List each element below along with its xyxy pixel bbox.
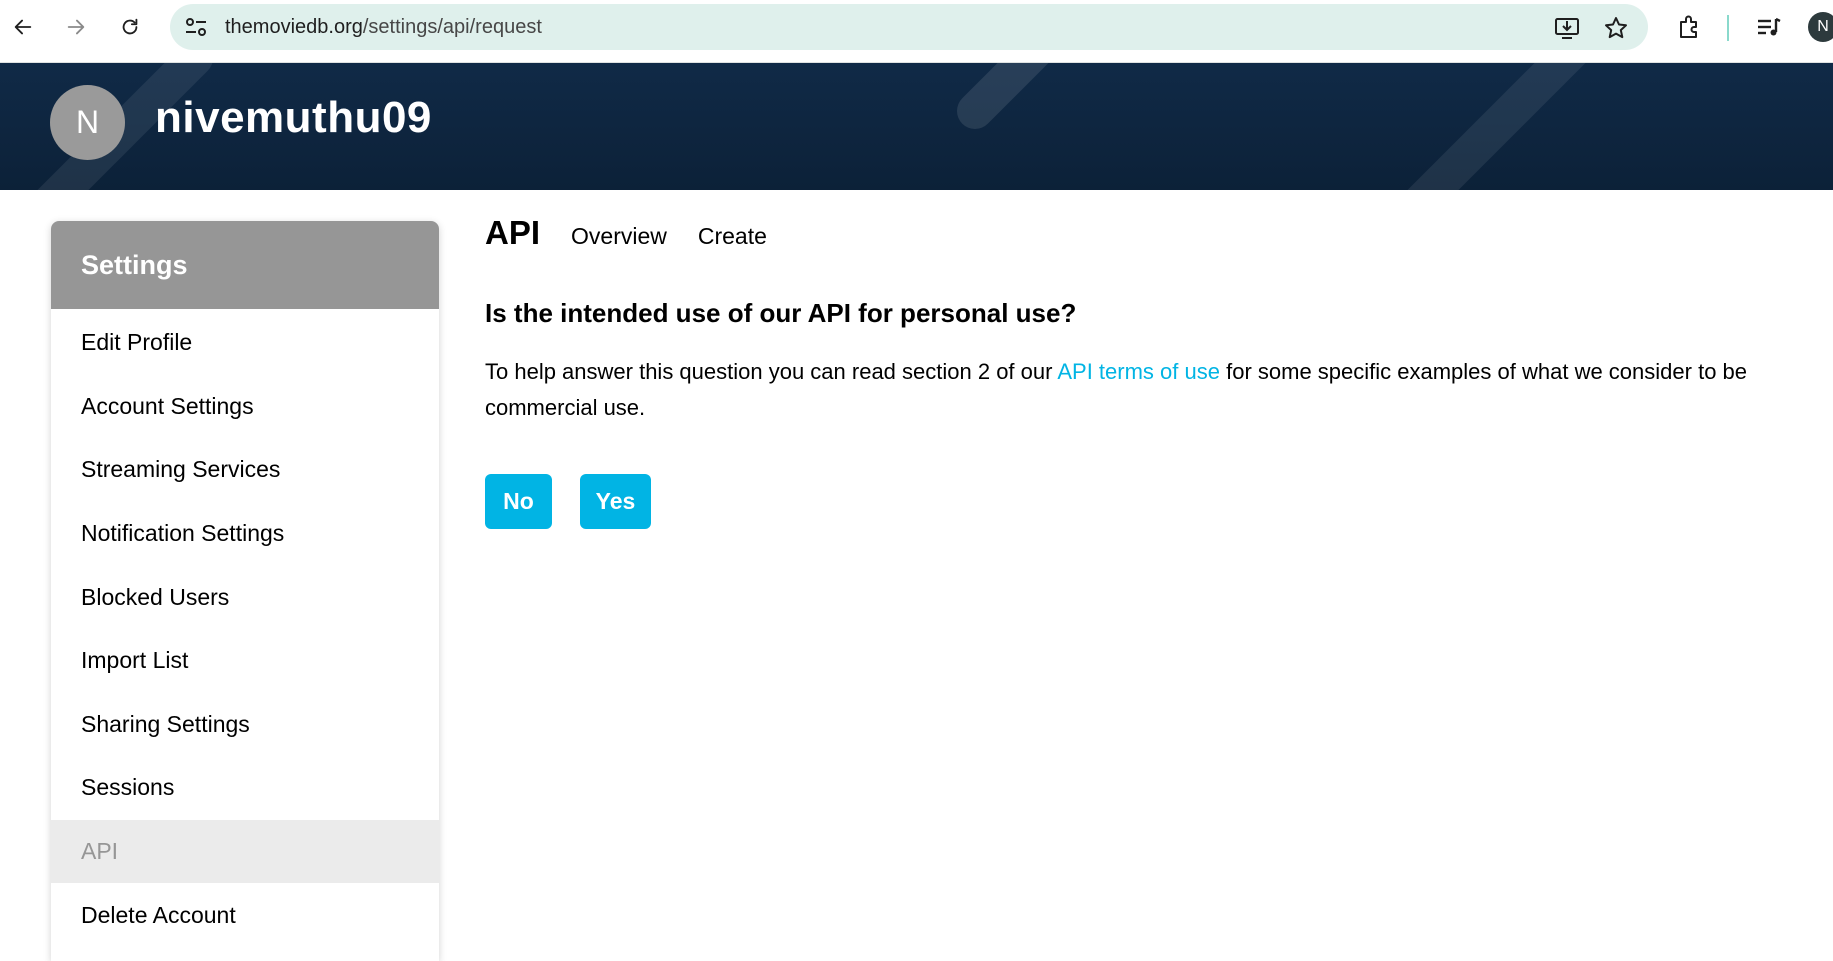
arrow-left-icon [14, 19, 32, 35]
sidebar-item-import-list[interactable]: Import List [51, 629, 439, 693]
sidebar-item-blocked-users[interactable]: Blocked Users [51, 565, 439, 629]
bookmark-star-icon[interactable] [1603, 15, 1629, 41]
media-controls-icon[interactable] [1755, 13, 1783, 41]
page-title: API [485, 214, 541, 251]
tab-create[interactable]: Create [698, 223, 767, 250]
api-request-panel: API Overview Create Is the intended use … [485, 214, 1805, 529]
sidebar-item-delete-account[interactable]: Delete Account [51, 883, 439, 947]
api-terms-link[interactable]: API terms of use [1057, 359, 1220, 384]
api-subnav: API Overview Create [485, 214, 1805, 252]
sidebar-item-notification-settings[interactable]: Notification Settings [51, 502, 439, 566]
address-bar[interactable]: themoviedb.org/settings/api/request [170, 4, 1648, 50]
question-heading: Is the intended use of our API for perso… [485, 298, 1077, 328]
site-settings-icon[interactable] [184, 16, 208, 38]
yes-button[interactable]: Yes [580, 474, 651, 529]
toolbar-divider [1727, 15, 1729, 41]
tab-overview[interactable]: Overview [571, 223, 667, 250]
sidebar-item-api[interactable]: API [51, 819, 439, 884]
no-button[interactable]: No [485, 474, 552, 529]
reload-icon [122, 18, 138, 35]
sidebar-item-streaming-services[interactable]: Streaming Services [51, 438, 439, 502]
forward-button[interactable] [59, 10, 93, 44]
profile-banner: N nivemuthu09 [0, 63, 1833, 190]
url-text: themoviedb.org/settings/api/request [225, 16, 542, 39]
sidebar-title: Settings [51, 221, 439, 309]
username-heading[interactable]: nivemuthu09 [155, 93, 432, 143]
extensions-icon[interactable] [1676, 13, 1704, 41]
url-path: /settings/api/request [362, 16, 542, 38]
sidebar-item-sharing-settings[interactable]: Sharing Settings [51, 693, 439, 757]
question-description: To help answer this question you can rea… [485, 354, 1785, 426]
settings-sidebar: Settings Edit Profile Account Settings S… [51, 221, 439, 961]
browser-toolbar: themoviedb.org/settings/api/request N [0, 0, 1833, 63]
install-app-icon[interactable] [1554, 15, 1580, 41]
reload-button[interactable] [113, 10, 147, 44]
profile-avatar-button[interactable]: N [1808, 12, 1833, 42]
sidebar-menu: Edit Profile Account Settings Streaming … [51, 309, 439, 947]
back-button[interactable] [6, 10, 40, 44]
sidebar-item-account-settings[interactable]: Account Settings [51, 375, 439, 439]
arrow-right-icon [67, 19, 85, 35]
sidebar-item-edit-profile[interactable]: Edit Profile [51, 311, 439, 375]
avatar[interactable]: N [50, 85, 125, 160]
description-text-before: To help answer this question you can rea… [485, 359, 1058, 384]
sidebar-item-sessions[interactable]: Sessions [51, 756, 439, 820]
url-host: themoviedb.org [225, 16, 363, 38]
